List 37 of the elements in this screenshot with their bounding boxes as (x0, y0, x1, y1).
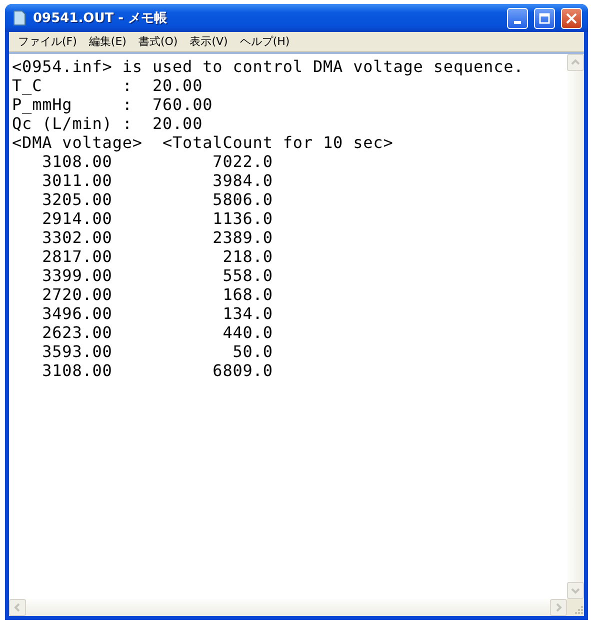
text-line: 3011.00 3984.0 (41, 171, 274, 190)
text-line: 3108.00 6809.0 (41, 361, 274, 380)
scroll-right-icon[interactable] (550, 599, 567, 616)
resize-grip-icon[interactable] (572, 604, 584, 616)
window-title: 09541.OUT - メモ帳 (33, 10, 168, 27)
vertical-scrollbar[interactable] (567, 54, 584, 599)
text-line: 2914.00 1136.0 (41, 209, 274, 228)
minimize-button[interactable] (507, 8, 528, 28)
minimize-icon (514, 20, 521, 24)
menu-item[interactable]: 書式(O) (133, 34, 183, 49)
maximize-icon (539, 12, 550, 24)
menu-item[interactable]: ヘルプ(H) (234, 34, 295, 49)
text-line: <DMA voltage> <TotalCount for 10 sec> (12, 133, 394, 152)
text-line: 3205.00 5806.0 (41, 190, 274, 209)
menu-item[interactable]: 編集(E) (84, 34, 132, 49)
text-line: 2720.00 168.0 (41, 285, 274, 304)
menu-item[interactable]: 表示(V) (184, 34, 233, 49)
text-line: 3496.00 134.0 (41, 304, 274, 323)
text-line: 3302.00 2389.0 (41, 228, 274, 247)
notepad-icon (11, 10, 27, 26)
text-line: P_mmHg : 760.00 (12, 95, 214, 114)
scroll-up-icon[interactable] (567, 54, 584, 71)
close-button[interactable] (561, 8, 582, 28)
text-line: 2817.00 218.0 (41, 247, 274, 266)
maximize-button[interactable] (534, 8, 555, 28)
text-line: 2623.00 440.0 (41, 323, 274, 342)
text-line: <0954.inf> is used to control DMA voltage sequence. (12, 57, 525, 76)
text-line: T_C : 20.00 (12, 76, 204, 95)
horizontal-scrollbar[interactable] (9, 599, 567, 616)
menu-item[interactable]: ファイル(F) (13, 34, 82, 49)
close-icon (566, 12, 577, 24)
text-line: 3108.00 7022.0 (41, 152, 274, 171)
text-line: 3399.00 558.0 (41, 266, 274, 285)
scroll-down-icon[interactable] (567, 582, 584, 599)
text-line: 3593.00 50.0 (41, 342, 274, 361)
scroll-left-icon[interactable] (9, 599, 26, 616)
text-line: Qc (L/min) : 20.00 (12, 114, 204, 133)
